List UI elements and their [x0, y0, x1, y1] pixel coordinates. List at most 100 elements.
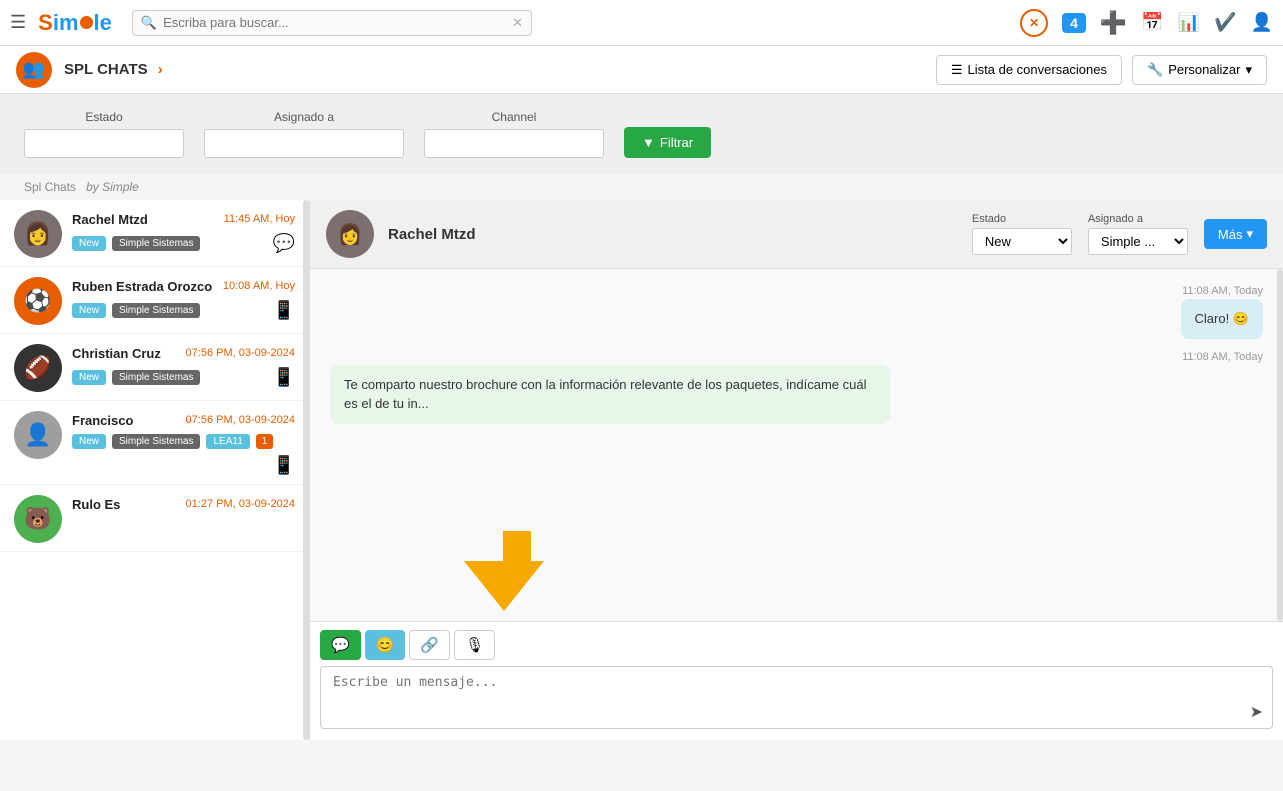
top-nav-icons: ✕ 4 ➕ 📅 📊 ✔️ 👤: [1020, 9, 1273, 37]
search-bar: 🔍 ✕: [132, 10, 532, 36]
estado-input[interactable]: [24, 129, 184, 158]
search-icon: 🔍: [141, 15, 157, 31]
asignado-field-label: Asignado a: [1088, 213, 1188, 225]
asignado-select[interactable]: Simple ...: [1088, 228, 1188, 255]
msg-bubble-2: Te comparto nuestro brochure con la info…: [330, 365, 890, 424]
tag-new-francisco: New: [72, 434, 106, 449]
attach-toolbar-btn[interactable]: 🔗: [409, 630, 450, 660]
chat-info-ruben: Ruben Estrada Orozco 10:08 AM, Hoy New S…: [72, 277, 295, 321]
top-navigation: ☰ S im le 🔍 ✕ ✕ 4 ➕ 📅 📊 ✔️ 👤: [0, 0, 1283, 46]
message-toolbar: 💬 😊 🔗 🎙: [320, 630, 1273, 660]
estado-field-group: Estado New: [972, 213, 1072, 255]
whatsapp-icon-christian: 📱: [273, 367, 295, 387]
chat-info-christian: Christian Cruz 07:56 PM, 03-09-2024 New …: [72, 344, 295, 388]
tag-new-rachel: New: [72, 236, 106, 251]
chevron-down-more-icon: ▾: [1246, 226, 1253, 242]
asignado-filter-group: Asignado a: [204, 110, 404, 158]
chat-list: 👩 Rachel Mtzd 11:45 AM, Hoy New Simple S…: [0, 200, 310, 740]
tag-new-ruben: New: [72, 303, 106, 318]
hamburger-icon[interactable]: ☰: [10, 12, 26, 33]
search-input[interactable]: [163, 15, 512, 30]
chat-header-name: Rachel Mtzd: [388, 226, 476, 243]
logo-le: le: [94, 10, 112, 36]
chat-tags-ruben: New Simple Sistemas 📱: [72, 300, 295, 321]
message-input-wrap: ➤: [320, 666, 1273, 732]
message-text-input[interactable]: [320, 666, 1273, 729]
asignado-input[interactable]: [204, 129, 404, 158]
list-conversations-button[interactable]: ☰ Lista de conversaciones: [936, 55, 1122, 85]
calendar-icon[interactable]: 📅: [1141, 12, 1163, 33]
list-icon: ☰: [951, 62, 963, 78]
app-logo: S im le: [38, 10, 112, 36]
badge-4-icon[interactable]: 4: [1062, 12, 1086, 33]
chat-time-ruben: 10:08 AM, Hoy: [223, 280, 295, 292]
chart-bar-icon[interactable]: 📊: [1178, 12, 1200, 33]
chat-item-ruben[interactable]: ⚽ Ruben Estrada Orozco 10:08 AM, Hoy New…: [0, 267, 309, 334]
chat-time-rachel: 11:45 AM, Hoy: [224, 213, 295, 225]
chat-time-rulo: 01:27 PM, 03-09-2024: [186, 498, 295, 510]
msg-bubble-wrap-2: Te comparto nuestro brochure con la info…: [330, 365, 1263, 424]
avatar-rulo: 🐻: [14, 495, 62, 543]
message-1: 11:08 AM, Today Claro! 😊: [330, 285, 1263, 339]
chat-item-rulo[interactable]: 🐻 Rulo Es 01:27 PM, 03-09-2024: [0, 485, 309, 552]
chat-header-fields: Estado New Asignado a Simple ... Más ▾: [972, 213, 1267, 255]
messages-scrollbar[interactable]: [1277, 269, 1283, 621]
msg-bubble-1: Claro! 😊: [1181, 299, 1263, 339]
chat-tags-francisco: New Simple Sistemas LEA11 1 📱: [72, 434, 295, 476]
logo-s: S: [38, 10, 53, 36]
chat-name-christian: Christian Cruz: [72, 346, 161, 361]
tag-simple-francisco: Simple Sistemas: [112, 434, 200, 449]
chat-list-scrollbar[interactable]: [303, 200, 309, 740]
plus-icon[interactable]: ➕: [1100, 10, 1127, 36]
estado-field-label: Estado: [972, 213, 1072, 225]
customize-button[interactable]: 🔧 Personalizar ▾: [1132, 55, 1267, 85]
chat-name-ruben: Ruben Estrada Orozco: [72, 279, 212, 294]
whatsapp-icon-francisco: 📱: [273, 455, 295, 475]
chat-header: 👩 Rachel Mtzd Estado New Asignado a Simp…: [310, 200, 1283, 269]
channel-icon-francisco: 📱: [273, 455, 295, 476]
channel-input[interactable]: [424, 129, 604, 158]
channel-filter-group: Channel: [424, 110, 604, 158]
messages-area[interactable]: 11:08 AM, Today Claro! 😊 11:08 AM, Today…: [310, 269, 1283, 621]
arrow-head: [464, 561, 544, 611]
avatar-christian: 🏈: [14, 344, 62, 392]
sub-nav-actions: ☰ Lista de conversaciones 🔧 Personalizar…: [936, 55, 1267, 85]
chat-time-francisco: 07:56 PM, 03-09-2024: [186, 414, 295, 426]
chevron-down-icon: ▾: [1245, 62, 1252, 78]
mic-toolbar-btn[interactable]: 🎙: [454, 630, 495, 660]
chat-item-rachel[interactable]: 👩 Rachel Mtzd 11:45 AM, Hoy New Simple S…: [0, 200, 309, 267]
chat-item-christian[interactable]: 🏈 Christian Cruz 07:56 PM, 03-09-2024 Ne…: [0, 334, 309, 401]
close-x-icon[interactable]: ✕: [1020, 9, 1048, 37]
chat-item-francisco[interactable]: 👤 Francisco 07:56 PM, 03-09-2024 New Sim…: [0, 401, 309, 485]
chat-time-christian: 07:56 PM, 03-09-2024: [186, 347, 295, 359]
user-profile-icon[interactable]: 👤: [1251, 12, 1273, 33]
more-button[interactable]: Más ▾: [1204, 219, 1267, 249]
tag-simple-ruben: Simple Sistemas: [112, 303, 200, 318]
estado-select[interactable]: New: [972, 228, 1072, 255]
chat-info-rulo: Rulo Es 01:27 PM, 03-09-2024: [72, 495, 295, 518]
wrench-icon: 🔧: [1147, 62, 1163, 78]
chat-window: 👩 Rachel Mtzd Estado New Asignado a Simp…: [310, 200, 1283, 740]
tag-simple-christian: Simple Sistemas: [112, 370, 200, 385]
filter-bar: Estado Asignado a Channel ▼ Filtrar: [0, 94, 1283, 174]
check-task-icon[interactable]: ✔️: [1214, 12, 1236, 33]
chat-header-avatar: 👩: [326, 210, 374, 258]
tag-count-francisco: 1: [256, 434, 274, 449]
filter-button[interactable]: ▼ Filtrar: [624, 127, 711, 158]
channel-icon-ruben: 📱: [273, 300, 295, 321]
chat-toolbar-btn[interactable]: 💬: [320, 630, 361, 660]
tag-new-christian: New: [72, 370, 106, 385]
logo-im: im: [53, 10, 79, 36]
arrow-indicator: [490, 531, 544, 611]
send-message-button[interactable]: ➤: [1250, 702, 1263, 722]
messenger-icon: 💬: [273, 233, 295, 253]
message-input-area: 💬 😊 🔗 🎙 ➤: [310, 621, 1283, 740]
channel-icon-rachel: 💬: [273, 233, 295, 254]
main-content: 👩 Rachel Mtzd 11:45 AM, Hoy New Simple S…: [0, 200, 1283, 740]
msg-timestamp-2: 11:08 AM, Today: [330, 351, 1263, 363]
chat-name-rachel: Rachel Mtzd: [72, 212, 148, 227]
emoji-toolbar-btn[interactable]: 😊: [365, 630, 406, 660]
arrow-stem: [503, 531, 531, 561]
filter-icon: ▼: [642, 135, 655, 150]
clear-search-icon[interactable]: ✕: [512, 15, 523, 31]
